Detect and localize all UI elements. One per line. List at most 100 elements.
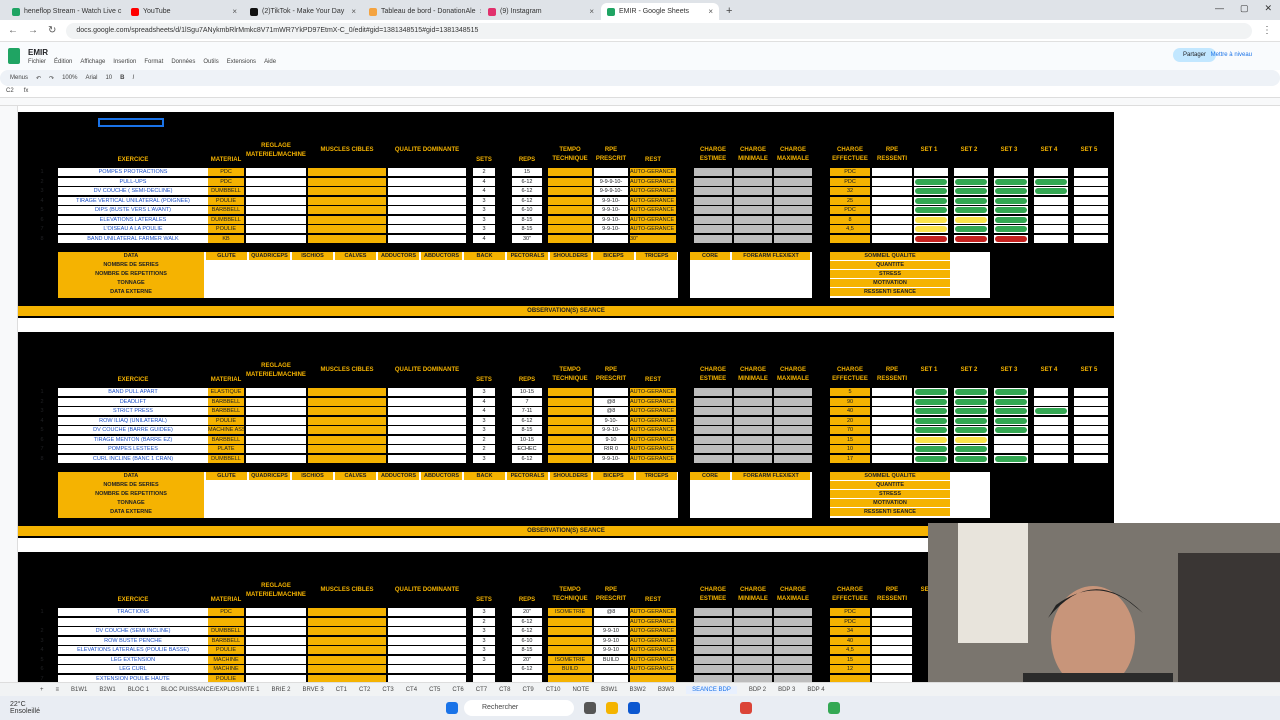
charge-estimee-cell[interactable] xyxy=(694,426,732,434)
charge-max-cell[interactable] xyxy=(774,234,812,243)
set-2-cell[interactable] xyxy=(954,215,988,224)
set-1-chip[interactable] xyxy=(915,446,947,452)
menus-search[interactable]: Menus xyxy=(10,75,28,81)
charge-min-cell[interactable] xyxy=(734,627,772,635)
taskview-icon[interactable] xyxy=(584,702,596,714)
tempo-cell[interactable] xyxy=(548,617,592,626)
browser-tab[interactable]: (2)TikTok - Make Your Day × xyxy=(244,3,362,20)
exercise-row[interactable]: 2 DEADLIFT BARBBELL 4 7 @8 AUTO-GERANCE 90 xyxy=(18,397,1114,407)
charge-max-cell[interactable] xyxy=(774,454,812,463)
exercise-row[interactable]: 5 DIPS (BUSTE VERS L'AVANT) BARBBELL 3 6-10 9… xyxy=(18,206,1114,215)
set-3-cell[interactable] xyxy=(994,407,1028,415)
set-5-cell[interactable] xyxy=(1074,397,1108,406)
chrome-icon[interactable] xyxy=(740,702,752,714)
reglage-cell[interactable] xyxy=(246,225,306,233)
sheet-tab[interactable]: BRIE 2 xyxy=(271,687,290,693)
set-3-chip[interactable] xyxy=(995,389,1027,395)
tab-close-icon[interactable]: × xyxy=(351,7,356,16)
exercise-row[interactable]: 5 DV COUCHE (BARRE GUIDEE) MACHINE ASSIST 3… xyxy=(18,426,1114,435)
set-2-chip[interactable] xyxy=(955,455,987,462)
set-2-cell[interactable] xyxy=(954,206,988,214)
set-1-chip[interactable] xyxy=(915,389,947,395)
browser-tab[interactable]: (9) Instagram × xyxy=(482,3,600,20)
rpe-ressenti-cell[interactable] xyxy=(872,454,912,463)
reglage-cell[interactable] xyxy=(246,627,306,635)
reglage-cell[interactable] xyxy=(246,234,306,243)
set-3-chip[interactable] xyxy=(995,417,1027,424)
rpe-ressenti-cell[interactable] xyxy=(872,397,912,406)
forward-icon[interactable]: → xyxy=(28,25,38,36)
set-1-chip[interactable] xyxy=(915,408,947,414)
muscles-cell[interactable] xyxy=(308,454,386,463)
exercise-row[interactable]: 2 PULL-UPS PDC 4 6-12 9-9-9-10- AUTO-GERANCE PD… xyxy=(18,177,1114,187)
set-2-chip[interactable] xyxy=(955,446,987,452)
muscles-cell[interactable] xyxy=(308,187,386,195)
set-3-chip[interactable] xyxy=(995,235,1027,242)
sheet-tab[interactable]: BRVE 3 xyxy=(302,687,323,693)
set-5-cell[interactable] xyxy=(1074,168,1108,176)
bold-icon[interactable]: B xyxy=(120,75,124,81)
charge-estimee-cell[interactable] xyxy=(694,627,732,635)
redo-icon[interactable]: ↷ xyxy=(49,75,54,82)
tempo-cell[interactable] xyxy=(548,445,592,453)
charge-estimee-cell[interactable] xyxy=(694,445,732,453)
set-3-cell[interactable] xyxy=(994,445,1028,453)
undo-icon[interactable]: ↶ xyxy=(36,75,41,82)
rpe-ressenti-cell[interactable] xyxy=(872,196,912,205)
set-3-cell[interactable] xyxy=(994,426,1028,434)
reglage-cell[interactable] xyxy=(246,215,306,224)
rpe-ressenti-cell[interactable] xyxy=(872,627,912,635)
set-5-cell[interactable] xyxy=(1074,426,1108,434)
charge-effectuee-cell[interactable] xyxy=(830,234,870,243)
charge-min-cell[interactable] xyxy=(734,196,772,205)
charge-min-cell[interactable] xyxy=(734,426,772,434)
muscles-cell[interactable] xyxy=(308,627,386,635)
charge-estimee-cell[interactable] xyxy=(694,617,732,626)
tempo-cell[interactable] xyxy=(548,168,592,176)
upgrade-button[interactable]: Mettre à niveau xyxy=(1211,48,1252,62)
tempo-cell[interactable] xyxy=(548,646,592,654)
browser-tab[interactable]: YouTube × xyxy=(125,3,243,20)
material-cell[interactable] xyxy=(208,617,244,626)
set-1-chip[interactable] xyxy=(915,226,947,232)
reglage-cell[interactable] xyxy=(246,196,306,205)
menu-item[interactable]: Insertion xyxy=(113,59,136,65)
extensions-icon[interactable]: ⋮ xyxy=(1262,25,1272,36)
share-button[interactable]: Partager xyxy=(1172,48,1216,62)
exercise-row[interactable]: 3 STRICT PRESS BARBBELL 4 7-11 @8 AUTO-GERANCE… xyxy=(18,407,1114,416)
rpe-ressenti-cell[interactable] xyxy=(872,445,912,453)
set-5-cell[interactable] xyxy=(1074,407,1108,415)
muscles-cell[interactable] xyxy=(308,397,386,406)
muscles-cell[interactable] xyxy=(308,636,386,645)
reglage-cell[interactable] xyxy=(246,177,306,186)
charge-estimee-cell[interactable] xyxy=(694,215,732,224)
set-1-chip[interactable] xyxy=(915,197,947,204)
qualite-cell[interactable] xyxy=(388,177,466,186)
charge-min-cell[interactable] xyxy=(734,187,772,195)
charge-estimee-cell[interactable] xyxy=(694,416,732,425)
rpe-ressenti-cell[interactable] xyxy=(872,636,912,645)
set-2-cell[interactable] xyxy=(954,426,988,434)
set-4-cell[interactable] xyxy=(1034,177,1068,186)
charge-max-cell[interactable] xyxy=(774,225,812,233)
set-1-cell[interactable] xyxy=(914,407,948,415)
reglage-cell[interactable] xyxy=(246,454,306,463)
sheet-tab[interactable]: BLOC PUISSANCE/EXPLOSIVITE 1 xyxy=(161,687,259,693)
muscles-cell[interactable] xyxy=(308,168,386,176)
sheet-tab[interactable]: B3W3 xyxy=(658,687,674,693)
set-5-cell[interactable] xyxy=(1074,196,1108,205)
charge-estimee-cell[interactable] xyxy=(694,454,732,463)
sheet-tab[interactable]: CT7 xyxy=(476,687,487,693)
set-3-cell[interactable] xyxy=(994,196,1028,205)
set-3-chip[interactable] xyxy=(995,188,1027,194)
set-5-cell[interactable] xyxy=(1074,225,1108,233)
set-1-chip[interactable] xyxy=(915,188,947,194)
rpe-cell[interactable] xyxy=(594,168,628,176)
tempo-cell[interactable] xyxy=(548,416,592,425)
qualite-cell[interactable] xyxy=(388,627,466,635)
charge-min-cell[interactable] xyxy=(734,234,772,243)
exercise-cell[interactable] xyxy=(58,617,208,626)
charge-max-cell[interactable] xyxy=(774,608,812,616)
set-2-chip[interactable] xyxy=(955,408,987,414)
sheet-tab[interactable]: BDP 3 xyxy=(778,687,795,693)
